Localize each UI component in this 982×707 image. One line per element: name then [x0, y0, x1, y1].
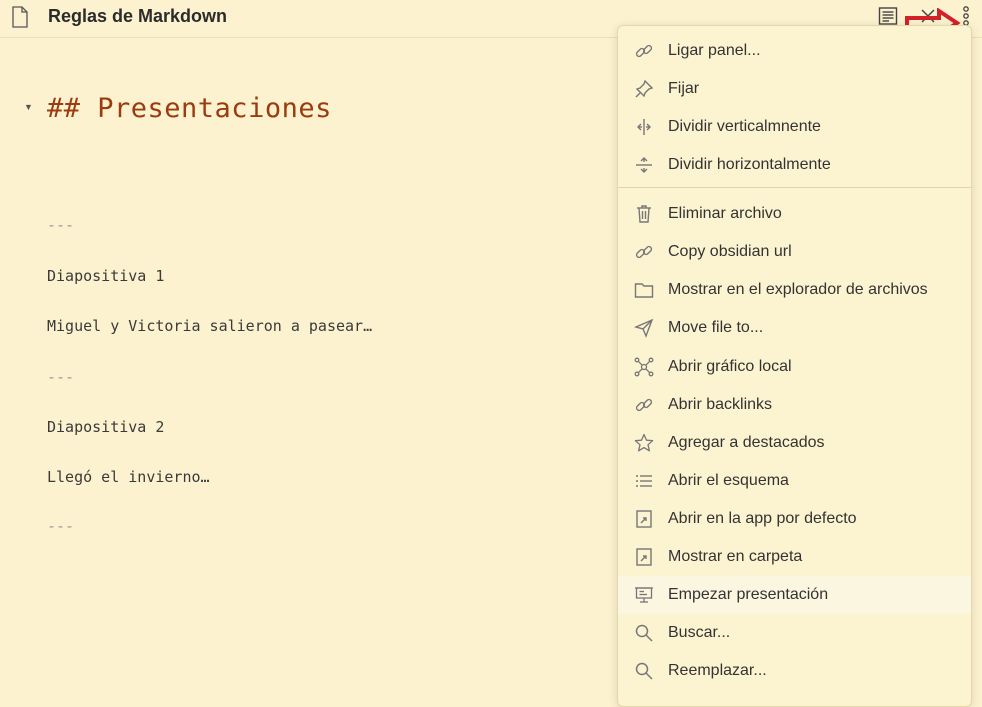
text-line: Llegó el invierno… — [47, 468, 210, 486]
link-icon — [634, 395, 654, 415]
split-vertical-icon — [634, 117, 654, 137]
menu-item-dividir-vertical[interactable]: Dividir verticalmnente — [618, 108, 971, 146]
trash-icon — [634, 204, 654, 224]
menu-item-copy-obsidian-url[interactable]: Copy obsidian url — [618, 233, 971, 271]
menu-item-agregar-destacados[interactable]: Agregar a destacados — [618, 424, 971, 462]
external-icon — [634, 547, 654, 567]
more-options-menu: Ligar panel... Fijar Dividir verticalmne… — [617, 25, 972, 707]
file-icon — [11, 6, 29, 28]
menu-item-fijar[interactable]: Fijar — [618, 70, 971, 108]
menu-item-mostrar-explorador[interactable]: Mostrar en el explorador de archivos — [618, 271, 971, 309]
menu-item-ligar-panel[interactable]: Ligar panel... — [618, 32, 971, 70]
menu-item-abrir-backlinks[interactable]: Abrir backlinks — [618, 386, 971, 424]
menu-separator — [618, 187, 971, 188]
horizontal-rule: --- — [47, 368, 75, 386]
star-icon — [634, 433, 654, 453]
horizontal-rule: --- — [47, 216, 75, 234]
reading-view-icon[interactable] — [878, 6, 898, 26]
menu-item-eliminar-archivo[interactable]: Eliminar archivo — [618, 195, 971, 233]
menu-item-abrir-esquema[interactable]: Abrir el esquema — [618, 462, 971, 500]
presentation-icon — [634, 585, 654, 605]
menu-item-empezar-presentacion[interactable]: Empezar presentación — [618, 576, 971, 614]
list-icon — [634, 471, 654, 491]
menu-item-reemplazar[interactable]: Reemplazar... — [618, 652, 971, 690]
paper-plane-icon — [634, 318, 654, 338]
text-line: Diapositiva 2 — [47, 418, 165, 436]
text-line: Miguel y Victoria salieron a pasear… — [47, 317, 373, 335]
menu-item-abrir-app-defecto[interactable]: Abrir en la app por defecto — [618, 500, 971, 538]
menu-item-dividir-horizontal[interactable]: Dividir horizontalmente — [618, 146, 971, 184]
menu-item-abrir-grafico[interactable]: Abrir gráfico local — [618, 348, 971, 386]
text-line: Diapositiva 1 — [47, 267, 165, 285]
page-title: Reglas de Markdown — [48, 6, 228, 26]
menu-item-mostrar-carpeta[interactable]: Mostrar en carpeta — [618, 538, 971, 576]
link-icon — [634, 41, 654, 61]
fold-arrow-icon[interactable]: ▼ — [24, 102, 33, 112]
pin-icon — [634, 79, 654, 99]
menu-item-move-file[interactable]: Move file to... — [618, 309, 971, 347]
split-horizontal-icon — [634, 155, 654, 175]
graph-icon — [634, 357, 654, 377]
heading-presentaciones: ## Presentaciones — [47, 93, 332, 124]
search-icon — [634, 623, 654, 643]
link-icon — [634, 242, 654, 262]
horizontal-rule: --- — [47, 517, 75, 535]
external-icon — [634, 509, 654, 529]
search-icon — [634, 661, 654, 681]
folder-icon — [634, 280, 654, 300]
menu-item-buscar[interactable]: Buscar... — [618, 614, 971, 652]
